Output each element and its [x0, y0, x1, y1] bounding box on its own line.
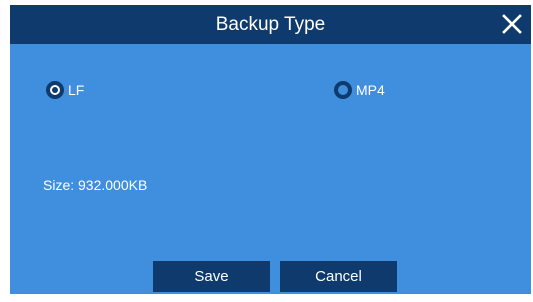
save-button[interactable]: Save	[153, 261, 270, 292]
backup-type-dialog: Backup Type LF MP4 Size: 932.000KB Save …	[10, 5, 531, 294]
radio-button-lf-selected-icon[interactable]	[46, 81, 64, 99]
dialog-titlebar: Backup Type	[10, 5, 531, 44]
backup-size-text: Size: 932.000KB	[43, 177, 148, 193]
radio-option-lf[interactable]: LF	[46, 81, 84, 99]
cancel-button[interactable]: Cancel	[280, 261, 397, 292]
radio-button-mp4-unselected-icon[interactable]	[334, 81, 352, 99]
dialog-title: Backup Type	[215, 14, 326, 35]
close-icon[interactable]	[499, 11, 525, 37]
radio-label-mp4: MP4	[356, 82, 385, 98]
radio-option-mp4[interactable]: MP4	[334, 81, 385, 99]
radio-label-lf: LF	[68, 82, 85, 98]
